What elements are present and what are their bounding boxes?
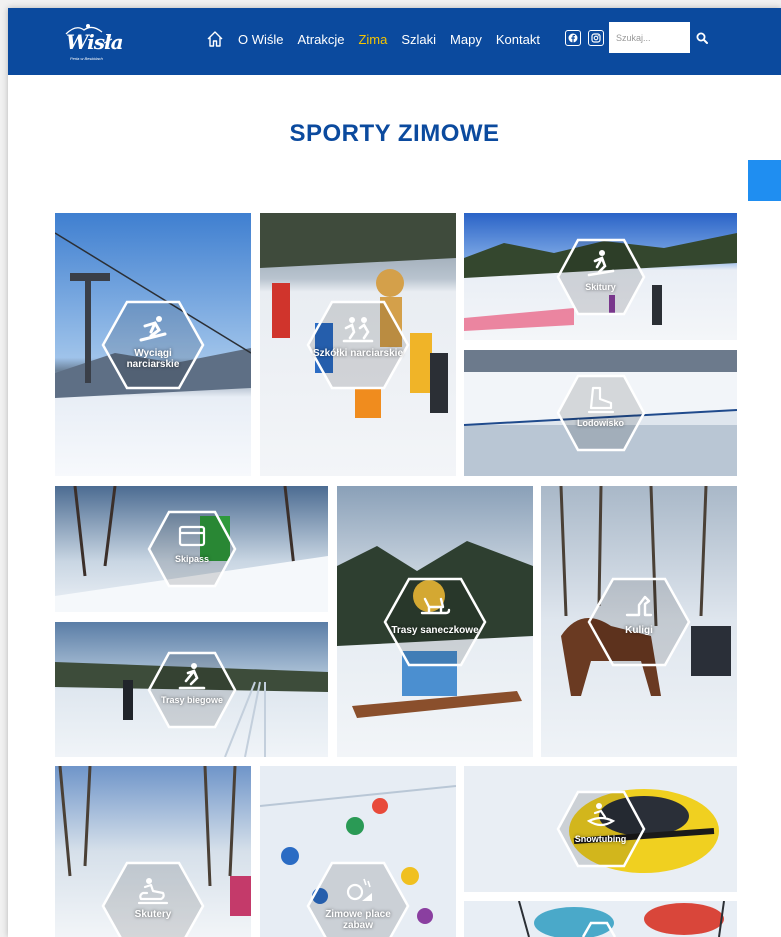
tile-label: Zimowe place zabaw: [325, 909, 391, 931]
page: Wisła Perła w Beskidach O Wiśle Atrakcje…: [8, 8, 781, 937]
tile-skitury[interactable]: Skitury: [464, 213, 737, 340]
tile-label: Skipass: [174, 554, 210, 564]
site-header: Wisła Perła w Beskidach O Wiśle Atrakcje…: [8, 8, 781, 75]
tile-label: Kuligi: [625, 624, 653, 636]
search-button[interactable]: [690, 22, 714, 53]
ski-school-icon: [342, 316, 374, 342]
tile-label: Wyciągi narciarskie: [126, 347, 180, 370]
skitour-icon: [587, 249, 614, 276]
tile-skutery[interactable]: Skutery: [55, 766, 251, 937]
snowtubing-icon: [586, 803, 615, 827]
tile-badge: Skipass: [147, 510, 237, 588]
horse-sleigh-icon: [625, 595, 653, 616]
nav-item-atrakcje[interactable]: Atrakcje: [298, 32, 345, 47]
tile-badge: Lodowisko: [556, 374, 646, 452]
tile-label: Skitury: [585, 281, 616, 292]
snowmobile-icon: [137, 878, 169, 905]
ice-skate-icon: [587, 386, 614, 414]
tile-label: Trasy saneczkowe: [391, 624, 479, 636]
social-links: [565, 30, 604, 46]
tile-label: Trasy biegowe: [160, 694, 224, 705]
nav-item-szlaki[interactable]: Szlaki: [401, 32, 436, 47]
facebook-icon[interactable]: [565, 30, 581, 46]
tile-snowtubing[interactable]: Snowtubing: [464, 766, 737, 892]
tile-badge: Skutery: [101, 861, 205, 937]
nav-item-o-wisle[interactable]: O Wiśle: [238, 32, 284, 47]
tile-label: Lodowisko: [577, 418, 624, 428]
tile-zimowe-place-zabaw[interactable]: Zimowe place zabaw: [260, 766, 456, 937]
ski-lift-skier-icon: [139, 315, 167, 341]
logo-tagline: Perła w Beskidach: [70, 56, 103, 61]
instagram-icon[interactable]: [588, 30, 604, 46]
tile-trasy-biegowe[interactable]: Trasy biegowe: [55, 622, 328, 757]
site-logo[interactable]: Wisła Perła w Beskidach: [62, 18, 124, 64]
nav-item-zima[interactable]: Zima: [358, 32, 387, 47]
tile-partial[interactable]: [464, 901, 737, 937]
tile-wyciagi-narciarskie[interactable]: Wyciągi narciarskie: [55, 213, 251, 476]
tube-icon: [581, 921, 617, 937]
search-input[interactable]: [609, 22, 690, 53]
tile-szkolki-narciarskie[interactable]: Szkółki narciarskie: [260, 213, 456, 476]
tile-badge: Trasy biegowe: [147, 651, 237, 729]
search-icon: [696, 32, 708, 44]
sled-icon: [420, 597, 451, 614]
tile-label: Szkółki narciarskie: [312, 347, 404, 359]
cross-country-ski-icon: [178, 662, 206, 689]
tile-label: Snowtubing: [574, 834, 627, 844]
tile-badge: Snowtubing: [556, 790, 646, 868]
tile-badge: Skitury: [556, 238, 646, 316]
tile-badge: Szkółki narciarskie: [306, 300, 410, 390]
logo-text: Wisła: [66, 30, 124, 54]
nav-item-mapy[interactable]: Mapy: [450, 32, 482, 47]
tile-label: Skutery: [134, 909, 172, 920]
side-widget-tab[interactable]: [748, 160, 781, 201]
main-nav: O Wiśle Atrakcje Zima Szlaki Mapy Kontak…: [206, 28, 540, 50]
tile-kuligi[interactable]: Kuligi: [541, 486, 737, 757]
tile-lodowisko[interactable]: Lodowisko: [464, 350, 737, 476]
tile-skipass[interactable]: Skipass: [55, 486, 328, 612]
home-icon[interactable]: [206, 30, 224, 48]
tile-badge: Wyciągi narciarskie: [101, 300, 205, 390]
skipass-card-icon: [178, 525, 206, 547]
tile-trasy-saneczkowe[interactable]: Trasy saneczkowe: [337, 486, 533, 757]
snow-playground-icon: [346, 878, 372, 901]
tile-badge: Zimowe place zabaw: [306, 861, 410, 937]
nav-item-kontakt[interactable]: Kontakt: [496, 32, 540, 47]
page-title: SPORTY ZIMOWE: [289, 120, 500, 147]
tile-badge: Trasy saneczkowe: [383, 577, 487, 667]
tile-badge: Kuligi: [587, 577, 691, 667]
